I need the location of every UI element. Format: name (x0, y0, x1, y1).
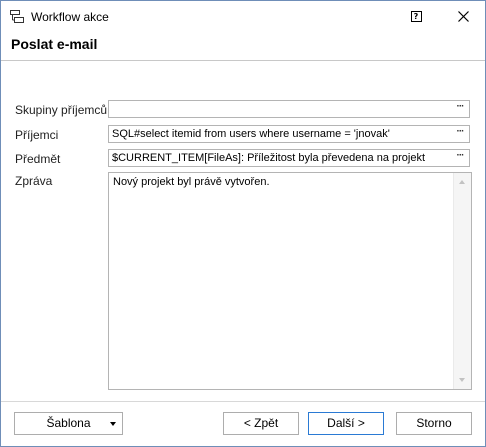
message-scrollbar[interactable] (453, 173, 471, 389)
recipient-groups-label: Skupiny příjemců (15, 103, 108, 117)
recipient-groups-picker-button[interactable]: ··· (453, 101, 467, 117)
recipients-value: SQL#select itemid from users where usern… (112, 128, 390, 140)
scroll-up-icon[interactable] (457, 177, 467, 187)
close-button[interactable] (450, 5, 476, 27)
message-value: Nový projekt byl právě vytvořen. (113, 176, 270, 188)
dialog-header: Poslat e-mail (1, 32, 485, 61)
back-button[interactable]: < Zpět (223, 412, 299, 435)
window-title: Workflow akce (31, 10, 109, 24)
recipient-groups-field[interactable]: ··· (108, 100, 470, 118)
next-button-label: Další > (327, 416, 365, 430)
cancel-button[interactable]: Storno (396, 412, 472, 435)
help-button[interactable]: ? (403, 5, 429, 27)
recipients-picker-button[interactable]: ··· (453, 126, 467, 142)
help-icon: ? (410, 10, 422, 22)
subject-field[interactable]: $CURRENT_ITEM[FileAs]: Příležitost byla … (108, 149, 470, 167)
back-button-label: < Zpět (243, 416, 279, 430)
message-label: Zpráva (15, 174, 53, 188)
subject-picker-button[interactable]: ··· (453, 150, 467, 166)
cancel-button-label: Storno (416, 416, 452, 430)
recipients-field[interactable]: SQL#select itemid from users where usern… (108, 125, 470, 143)
workflow-app-icon (10, 10, 24, 23)
dialog-footer: Šablona < Zpět Další > Storno (1, 401, 485, 447)
recipients-label: Příjemci (15, 128, 59, 142)
chevron-down-icon (110, 422, 116, 426)
close-icon (457, 10, 469, 22)
title-bar: Workflow akce ? (1, 1, 485, 32)
template-button-label: Šablona (46, 416, 91, 430)
next-button[interactable]: Další > (308, 412, 384, 435)
message-textarea[interactable]: Nový projekt byl právě vytvořen. (108, 172, 472, 390)
subject-label: Předmět (15, 152, 61, 166)
workflow-dialog: Workflow akce ? Poslat e-mail Skupiny př… (0, 0, 486, 447)
page-title: Poslat e-mail (11, 36, 98, 52)
template-dropdown-button[interactable]: Šablona (14, 412, 123, 435)
scroll-down-icon[interactable] (457, 375, 467, 385)
subject-value: $CURRENT_ITEM[FileAs]: Příležitost byla … (112, 152, 426, 164)
